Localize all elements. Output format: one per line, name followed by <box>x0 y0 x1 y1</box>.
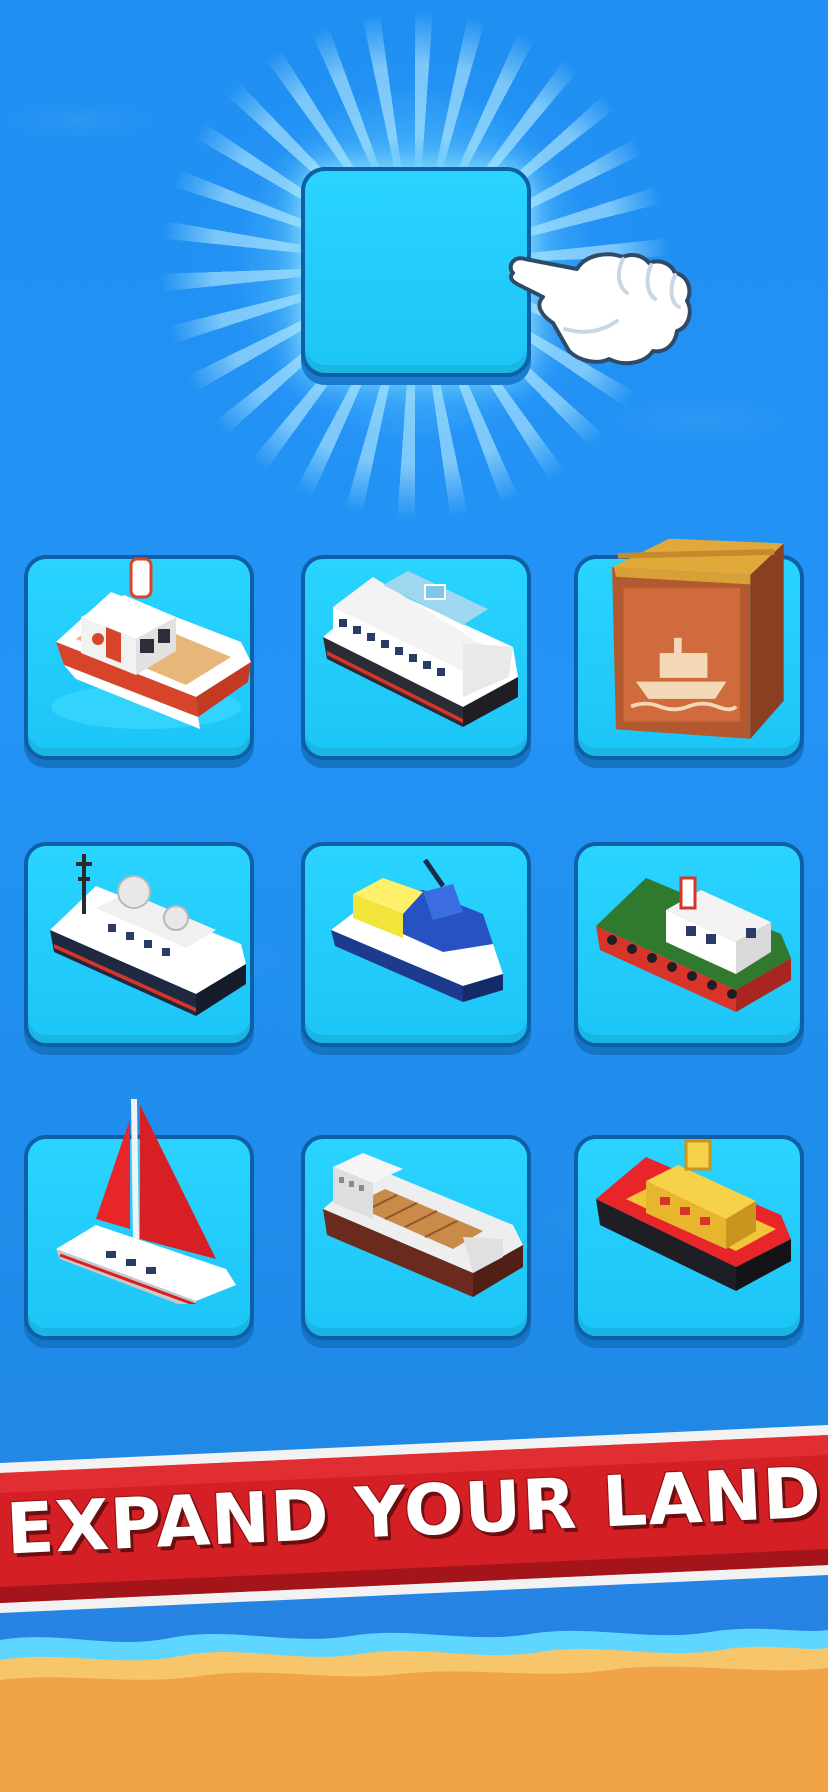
sailboat-icon <box>56 1098 236 1304</box>
jet-ski-icon <box>331 858 503 1002</box>
sand-beach <box>0 1628 828 1792</box>
tile-research-ship[interactable] <box>24 842 254 1047</box>
tile-crate[interactable] <box>574 538 804 760</box>
crate-icon <box>612 538 784 739</box>
tile-cruise-ship[interactable] <box>301 555 531 760</box>
cargo-ship-icon <box>323 1153 523 1297</box>
tile-tugboat[interactable] <box>24 555 254 760</box>
tile-fireboat[interactable] <box>574 1135 804 1340</box>
hand-pointer-icon <box>508 252 692 366</box>
tugboat-icon <box>51 557 251 729</box>
cruise-ship-icon <box>323 571 518 727</box>
tile-sailboat[interactable] <box>24 1098 254 1340</box>
tug-green-icon <box>596 876 791 1012</box>
fireboat-icon <box>596 1139 791 1291</box>
tile-tug-green[interactable] <box>574 842 804 1047</box>
tile-jet-ski[interactable] <box>301 842 531 1047</box>
empty-tile-slot[interactable] <box>301 167 531 377</box>
tile-cargo-ship[interactable] <box>301 1135 531 1340</box>
research-ship-icon <box>50 854 246 1016</box>
